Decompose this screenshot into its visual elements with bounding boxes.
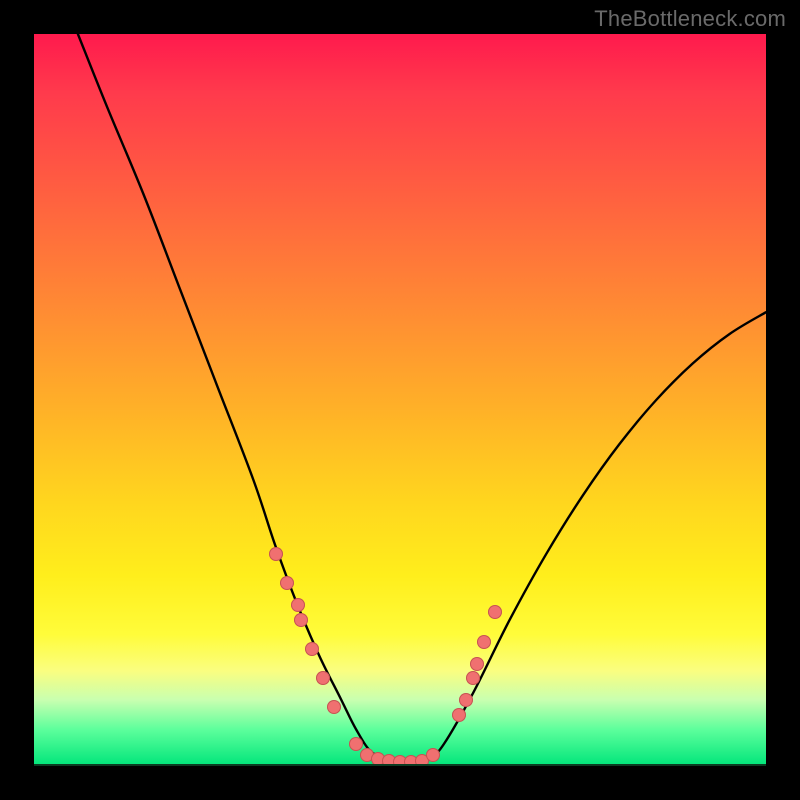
data-marker <box>280 576 294 590</box>
data-marker <box>477 635 491 649</box>
data-marker <box>294 613 308 627</box>
data-marker <box>349 737 363 751</box>
data-marker <box>459 693 473 707</box>
data-marker <box>452 708 466 722</box>
chart-frame: TheBottleneck.com <box>0 0 800 800</box>
data-marker <box>426 748 440 762</box>
plot-area <box>34 34 766 766</box>
data-marker <box>470 657 484 671</box>
data-marker <box>291 598 305 612</box>
baseline <box>34 764 766 766</box>
watermark-text: TheBottleneck.com <box>594 6 786 32</box>
data-marker <box>269 547 283 561</box>
bottleneck-curve <box>78 34 766 766</box>
data-marker <box>305 642 319 656</box>
curve-layer <box>34 34 766 766</box>
